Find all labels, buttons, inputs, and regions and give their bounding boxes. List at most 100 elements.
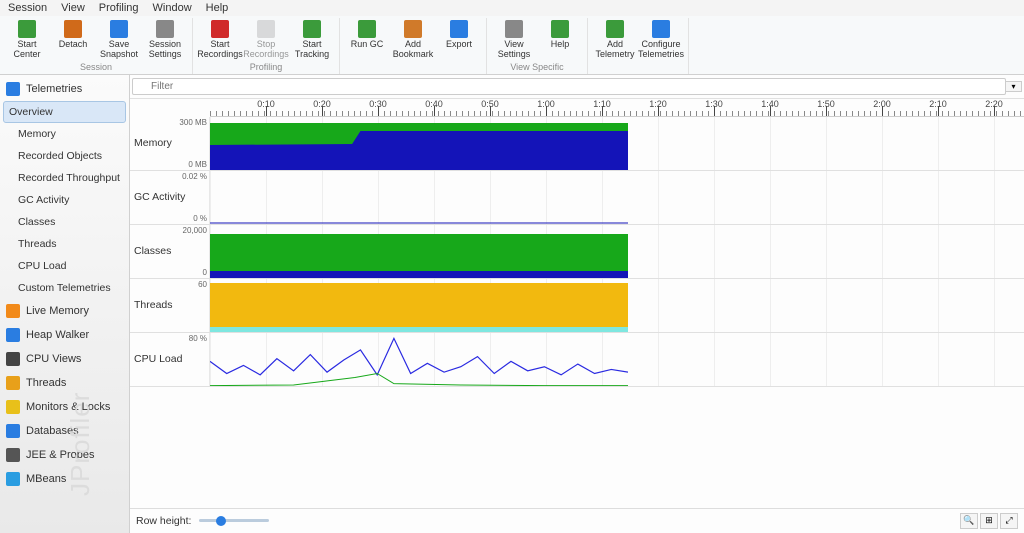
- timeline-ruler: 0:10 0:20 0:30 0:40 0:50 1:00 1:10 1:20 1:30 1:40…: [210, 99, 1024, 117]
- menu-profiling[interactable]: Profiling: [99, 2, 139, 14]
- sidebar-item-gc-activity[interactable]: GC Activity: [0, 189, 129, 211]
- menubar: Session View Profiling Window Help: [0, 0, 1024, 16]
- tick-label: 1:30: [705, 99, 723, 109]
- start-center-icon: [18, 20, 36, 38]
- expand-icon[interactable]: ⤢: [1000, 513, 1018, 529]
- tick-label: 1:40: [761, 99, 779, 109]
- row-height-slider[interactable]: [199, 519, 269, 522]
- tick-label: 1:50: [817, 99, 835, 109]
- row-height-label: Row height:: [136, 515, 191, 527]
- add-bookmark-button[interactable]: Add Bookmark: [390, 18, 436, 62]
- zoom-icon[interactable]: 🔍: [960, 513, 978, 529]
- tick-label: 1:00: [537, 99, 555, 109]
- sidebar-item-memory[interactable]: Memory: [0, 123, 129, 145]
- row-memory[interactable]: Memory300 MB0 MB: [130, 117, 1024, 171]
- run-gc-icon: [358, 20, 376, 38]
- start-tracking-button[interactable]: Start Tracking: [289, 18, 335, 62]
- sidebar-item-recorded-throughput[interactable]: Recorded Throughput: [0, 167, 129, 189]
- add-telemetry-icon: [606, 20, 624, 38]
- sidebar-item-overview[interactable]: Overview: [3, 101, 126, 123]
- sidebar-item-live-memory[interactable]: Live Memory: [0, 299, 129, 323]
- row-classes[interactable]: Classes20,0000: [130, 225, 1024, 279]
- chart-rows: Memory300 MB0 MB GC Activity0.02 %0 %Cla…: [130, 117, 1024, 508]
- sidebar-item-monitors-locks[interactable]: Monitors & Locks: [0, 395, 129, 419]
- heap-walker-icon: [6, 328, 20, 342]
- sidebar: TelemetriesOverviewMemoryRecorded Object…: [0, 75, 130, 533]
- export-button[interactable]: Export: [436, 18, 482, 62]
- cpu-views-icon: [6, 352, 20, 366]
- session-settings-icon: [156, 20, 174, 38]
- threads-main-icon: [6, 376, 20, 390]
- help-icon: [551, 20, 569, 38]
- row-cpu-load[interactable]: CPU Load80 %: [130, 333, 1024, 387]
- row-label: GC Activity: [134, 191, 185, 203]
- sidebar-item-cpu-load[interactable]: CPU Load: [0, 255, 129, 277]
- start-recordings-button[interactable]: Start Recordings: [197, 18, 243, 62]
- add-bookmark-icon: [404, 20, 422, 38]
- tick-label: 0:40: [425, 99, 443, 109]
- footer: Row height: 🔍 ⊞ ⤢: [130, 508, 1024, 533]
- telemetries-icon: [6, 82, 20, 96]
- configure-telemetries-button[interactable]: Configure Telemetries: [638, 18, 684, 62]
- tick-label: 0:10: [257, 99, 275, 109]
- sidebar-item-jee-probes[interactable]: JEE & Probes: [0, 443, 129, 467]
- start-center-button[interactable]: Start Center: [4, 18, 50, 62]
- tick-label: 2:00: [873, 99, 891, 109]
- row-threads[interactable]: Threads60: [130, 279, 1024, 333]
- menu-session[interactable]: Session: [8, 2, 47, 14]
- stop-recordings-button: Stop Recordings: [243, 18, 289, 62]
- row-label: Threads: [134, 299, 173, 311]
- tick-label: 2:10: [929, 99, 947, 109]
- export-icon: [450, 20, 468, 38]
- menu-help[interactable]: Help: [206, 2, 229, 14]
- databases-icon: [6, 424, 20, 438]
- sidebar-item-classes[interactable]: Classes: [0, 211, 129, 233]
- save-snapshot-button[interactable]: Save Snapshot: [96, 18, 142, 62]
- filter-bar: ▾: [130, 75, 1024, 99]
- row-label: Memory: [134, 137, 172, 149]
- content-area: ▾ 0:10 0:20 0:30 0:40 0:50 1:00 1:10 1:20 1:30 1:…: [130, 75, 1024, 533]
- sidebar-item-mbeans[interactable]: MBeans: [0, 467, 129, 491]
- help-button[interactable]: Help: [537, 18, 583, 62]
- row-label: Classes: [134, 245, 171, 257]
- start-tracking-icon: [303, 20, 321, 38]
- menu-view[interactable]: View: [61, 2, 85, 14]
- session-settings-button[interactable]: Session Settings: [142, 18, 188, 62]
- menu-window[interactable]: Window: [153, 2, 192, 14]
- sidebar-item-recorded-objects[interactable]: Recorded Objects: [0, 145, 129, 167]
- start-recordings-icon: [211, 20, 229, 38]
- mbeans-icon: [6, 472, 20, 486]
- tick-label: 1:20: [649, 99, 667, 109]
- run-gc-button[interactable]: Run GC: [344, 18, 390, 62]
- toolbar: Start CenterDetachSave SnapshotSession S…: [0, 16, 1024, 75]
- view-settings-icon: [505, 20, 523, 38]
- filter-input[interactable]: [132, 78, 1006, 95]
- sidebar-item-databases[interactable]: Databases: [0, 419, 129, 443]
- monitors-locks-icon: [6, 400, 20, 414]
- live-memory-icon: [6, 304, 20, 318]
- jee-probes-icon: [6, 448, 20, 462]
- tick-label: 1:10: [593, 99, 611, 109]
- tick-label: 0:50: [481, 99, 499, 109]
- sidebar-item-threads-main[interactable]: Threads: [0, 371, 129, 395]
- sidebar-item-telemetries[interactable]: Telemetries: [0, 77, 129, 101]
- view-settings-button[interactable]: View Settings: [491, 18, 537, 62]
- fit-icon[interactable]: ⊞: [980, 513, 998, 529]
- row-label: CPU Load: [134, 353, 182, 365]
- add-telemetry-button[interactable]: Add Telemetry: [592, 18, 638, 62]
- configure-telemetries-icon: [652, 20, 670, 38]
- tick-label: 2:20: [985, 99, 1003, 109]
- filter-dropdown[interactable]: ▾: [1006, 81, 1022, 92]
- tick-label: 0:30: [369, 99, 387, 109]
- save-snapshot-icon: [110, 20, 128, 38]
- row-gc-activity[interactable]: GC Activity0.02 %0 %: [130, 171, 1024, 225]
- stop-recordings-icon: [257, 20, 275, 38]
- tick-label: 0:20: [313, 99, 331, 109]
- sidebar-item-heap-walker[interactable]: Heap Walker: [0, 323, 129, 347]
- status-icons: 🔍 ⊞ ⤢: [960, 513, 1018, 529]
- sidebar-item-custom-telemetries[interactable]: Custom Telemetries: [0, 277, 129, 299]
- detach-icon: [64, 20, 82, 38]
- detach-button[interactable]: Detach: [50, 18, 96, 62]
- sidebar-item-threads[interactable]: Threads: [0, 233, 129, 255]
- sidebar-item-cpu-views[interactable]: CPU Views: [0, 347, 129, 371]
